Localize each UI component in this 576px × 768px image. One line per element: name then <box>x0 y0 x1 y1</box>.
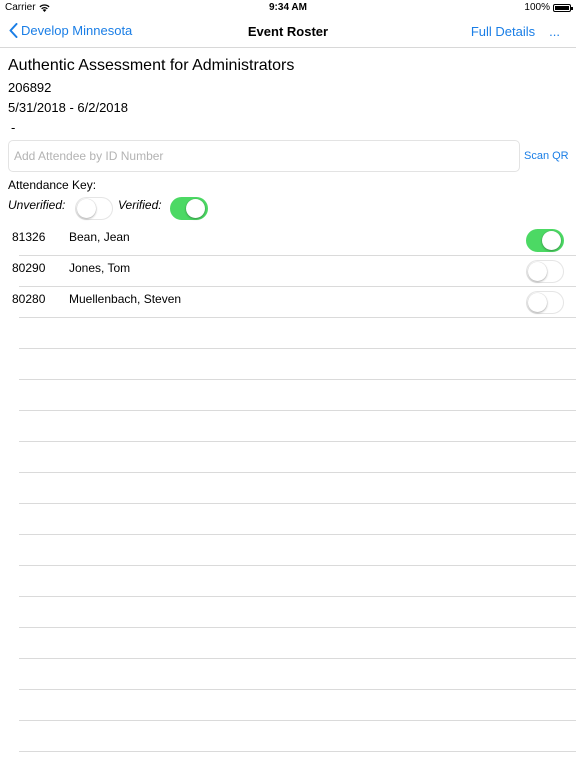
unverified-key-switch <box>75 197 113 220</box>
attendance-key-label: Attendance Key: <box>8 178 97 192</box>
attendee-name: Muellenbach, Steven <box>69 292 182 306</box>
empty-roster-row <box>0 411 576 442</box>
attendee-name: Bean, Jean <box>69 230 130 244</box>
empty-roster-row <box>0 535 576 566</box>
empty-roster-row <box>0 566 576 597</box>
nav-right-actions: Full Details ... <box>471 24 560 39</box>
empty-roster-row <box>0 349 576 380</box>
chevron-left-icon <box>9 23 18 38</box>
empty-roster-row <box>0 380 576 411</box>
battery-icon <box>553 3 573 12</box>
switch-knob <box>542 230 561 250</box>
switch-knob <box>527 261 547 281</box>
scan-qr-button[interactable]: Scan QR <box>524 150 569 162</box>
attendance-verified-switch[interactable] <box>526 229 564 252</box>
event-title: Authentic Assessment for Administrators <box>8 57 295 74</box>
empty-roster-row <box>0 659 576 690</box>
status-time: 9:34 AM <box>269 2 307 13</box>
full-details-button[interactable]: Full Details <box>471 24 535 39</box>
empty-roster-row <box>0 597 576 628</box>
unverified-key-label: Unverified: <box>8 198 66 212</box>
empty-roster-row <box>0 721 576 752</box>
more-button[interactable]: ... <box>549 24 560 39</box>
verified-key-label: Verified: <box>118 198 162 212</box>
row-divider <box>19 751 576 752</box>
event-dates: 5/31/2018 - 6/2/2018 <box>8 100 128 115</box>
attendance-verified-switch[interactable] <box>526 291 564 314</box>
back-button-label: Develop Minnesota <box>21 23 133 38</box>
attendance-verified-switch[interactable] <box>526 260 564 283</box>
back-button[interactable]: Develop Minnesota <box>9 23 132 38</box>
switch-knob <box>76 198 96 218</box>
event-location: - <box>11 120 16 135</box>
empty-roster-row <box>0 690 576 721</box>
empty-roster-row <box>0 504 576 535</box>
attendee-id: 81326 <box>12 230 46 244</box>
attendee-row[interactable]: 80290 Jones, Tom <box>0 256 576 287</box>
switch-knob <box>527 292 547 312</box>
page-title: Event Roster <box>247 24 329 39</box>
switch-knob <box>186 198 205 218</box>
attendee-id: 80280 <box>12 292 46 306</box>
empty-roster-row <box>0 628 576 659</box>
navigation-bar: Develop Minnesota Event Roster Full Deta… <box>0 16 576 48</box>
status-battery: 100% <box>524 2 573 13</box>
attendee-roster: 81326 Bean, Jean 80290 Jones, Tom 80280 Muell… <box>0 225 576 752</box>
empty-roster-row <box>0 318 576 349</box>
attendee-row[interactable]: 80280 Muellenbach, Steven <box>0 287 576 318</box>
battery-percent: 100% <box>524 2 550 13</box>
attendee-row[interactable]: 81326 Bean, Jean <box>0 225 576 256</box>
attendee-id: 80290 <box>12 261 46 275</box>
verified-key-switch <box>170 197 208 220</box>
add-attendee-input[interactable] <box>8 140 520 172</box>
empty-roster-row <box>0 473 576 504</box>
event-id: 206892 <box>8 80 52 95</box>
event-roster-screen: Carrier 9:34 AM 100% Develop Minnesota E… <box>0 0 576 768</box>
attendee-name: Jones, Tom <box>69 261 131 275</box>
empty-roster-row <box>0 442 576 473</box>
status-bar: Carrier 9:34 AM 100% <box>0 0 576 16</box>
